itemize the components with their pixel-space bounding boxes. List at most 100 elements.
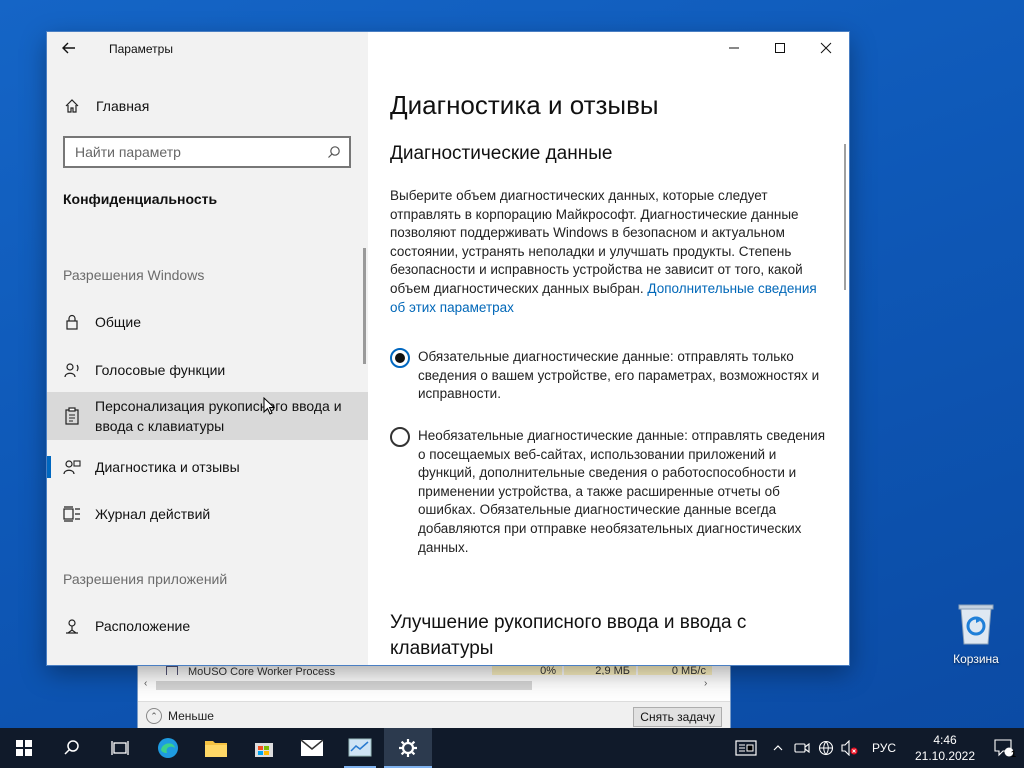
task-manager-icon [348,738,372,757]
sidebar-item-diagnostics[interactable]: Диагностика и отзывы [47,452,368,482]
volume-muted-icon [841,740,858,756]
mail-icon [300,739,324,756]
chevron-up-icon: ⌃ [146,708,162,724]
sidebar-item-speech[interactable]: Голосовые функции [47,358,368,382]
search-button[interactable] [48,728,96,768]
system-tray: РУС 4:46 21.10.2022 1 [726,728,1024,768]
sidebar-item-activity-history[interactable]: Журнал действий [47,502,368,526]
taskbar-edge[interactable] [144,728,192,768]
recycle-bin[interactable]: Корзина [946,602,1006,666]
scrollbar-thumb[interactable] [156,681,532,690]
section-title-inking: Улучшение рукописного ввода и ввода с кл… [390,612,747,659]
sidebar-item-location[interactable]: Расположение [47,614,368,638]
input-language[interactable]: РУС [862,741,906,755]
radio-label: Необязательные диагностические данные: о… [418,428,826,555]
camera-icon [794,742,810,754]
sidebar-section-title: Конфиденциальность [63,191,218,207]
action-center-button[interactable]: 1 [984,728,1024,768]
sidebar-item-label: Журнал действий [95,506,211,522]
process-cpu: 0% [492,665,562,675]
gear-icon [399,739,417,757]
home-icon [63,97,81,115]
sidebar-scrollbar[interactable] [363,248,366,364]
taskbar-mail[interactable] [288,728,336,768]
news-icon [735,740,757,756]
clipboard-icon [63,407,81,425]
horizontal-scrollbar[interactable]: ‹ › [142,678,714,694]
process-name: MoUSO Core Worker Process [188,666,336,675]
back-arrow-icon [62,42,75,54]
mouse-cursor-icon [263,397,275,415]
lock-icon [63,313,81,331]
task-manager-window: MoUSO Core Worker Process 0% 2,9 МБ 0 МБ… [137,660,731,728]
feedback-icon [63,458,81,476]
taskbar-store[interactable] [240,728,288,768]
process-disk: 0 МБ/с [638,665,712,675]
recycle-bin-label: Корзина [953,652,999,666]
group-label-apps: Разрешения приложений [63,571,228,587]
taskbar-task-manager[interactable] [336,728,384,768]
minimize-button[interactable] [711,32,757,64]
globe-icon [818,740,834,756]
volume-button[interactable] [838,728,862,768]
task-manager-footer: ⌃ Меньше Снять задачу [138,701,730,728]
location-icon [63,617,81,635]
group-label-windows: Разрешения Windows [63,267,205,283]
clock[interactable]: 4:46 21.10.2022 [906,732,984,764]
task-view-button[interactable] [96,728,144,768]
folder-icon [205,741,227,757]
sidebar-item-label: Диагностика и отзывы [95,459,240,475]
windows-logo-icon [16,740,32,756]
title-bar: Параметры [47,32,368,66]
timeline-icon [63,505,81,523]
network-button[interactable] [814,728,838,768]
sidebar: Параметры Главная Конфиденциальность Раз… [47,32,368,665]
search-input[interactable] [65,144,325,160]
sidebar-item-inking-typing[interactable]: Персонализация рукописного ввода и ввода… [47,392,368,440]
sidebar-item-label: Персонализация рукописного ввода и ввода… [95,398,342,434]
content-scrollbar[interactable] [844,144,846,290]
taskbar-settings[interactable] [384,728,432,768]
settings-window: Параметры Главная Конфиденциальность Раз… [47,32,849,665]
maximize-icon [775,43,785,53]
scroll-left-icon[interactable]: ‹ [144,678,147,689]
search-icon [64,740,79,755]
process-memory: 2,9 МБ [564,665,636,675]
sidebar-item-general[interactable]: Общие [47,310,368,334]
news-button[interactable] [726,728,766,768]
radio-optional[interactable]: Необязательные диагностические данные: о… [390,427,830,557]
show-hidden-icons-button[interactable] [766,728,790,768]
clock-time: 4:46 [933,733,957,747]
scroll-right-icon[interactable]: › [704,678,707,689]
taskbar-file-explorer[interactable] [192,728,240,768]
sidebar-item-label: Голосовые функции [95,362,226,378]
notification-count: 1 [1010,749,1016,759]
app-title: Параметры [109,42,173,56]
maximize-button[interactable] [757,32,803,64]
radio-button[interactable] [390,427,410,447]
end-task-button[interactable]: Снять задачу [633,707,722,727]
task-view-icon [111,741,129,755]
minimize-icon [729,47,739,49]
less-details-button[interactable]: ⌃ Меньше [146,708,214,724]
clock-date: 21.10.2022 [914,749,976,763]
search-icon[interactable] [325,143,343,161]
radio-button-checked[interactable] [390,348,410,368]
sidebar-item-label: Расположение [95,618,191,634]
page-title: Диагностика и отзывы [390,90,659,120]
description-text: Выберите объем диагностических данных, к… [390,188,803,296]
speech-icon [63,361,81,379]
recycle-bin-icon [957,602,995,646]
start-button[interactable] [0,728,48,768]
back-button[interactable] [61,40,81,58]
close-button[interactable] [803,32,849,64]
edge-browser-icon [158,738,178,758]
sidebar-item-home[interactable]: Главная [63,94,149,118]
radio-required[interactable]: Обязательные диагностические данные: отп… [390,348,830,404]
home-label: Главная [96,98,150,114]
radio-label: Обязательные диагностические данные: отп… [418,349,820,402]
caption-buttons [711,32,849,64]
search-field[interactable] [63,136,351,168]
chevron-up-icon [773,745,783,751]
meet-now-button[interactable] [790,728,814,768]
